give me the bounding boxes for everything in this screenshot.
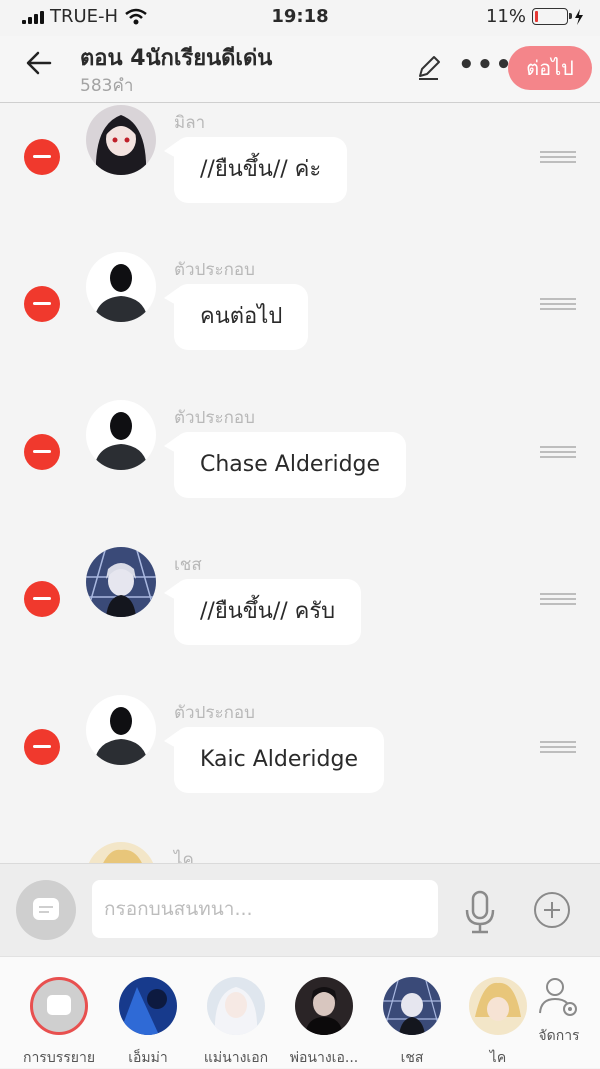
avatar[interactable]: [86, 842, 156, 863]
avatar: [383, 977, 441, 1035]
user-settings-icon: [539, 978, 577, 1016]
avatar: [119, 977, 177, 1035]
add-icon[interactable]: [534, 892, 570, 928]
remove-icon[interactable]: [24, 286, 60, 322]
character-heroine-mother[interactable]: แม่นางเอก: [193, 971, 279, 1069]
avatar[interactable]: [86, 695, 156, 765]
composer-bar: [0, 863, 600, 956]
character-chase[interactable]: เชส: [369, 971, 455, 1069]
battery-status: 11%: [486, 6, 584, 27]
drag-handle-icon[interactable]: [540, 298, 576, 310]
avatar[interactable]: [86, 547, 156, 617]
remove-icon[interactable]: [24, 581, 60, 617]
avatar[interactable]: [86, 105, 156, 175]
character-label: การบรรยาย: [22, 1050, 96, 1066]
remove-icon[interactable]: [24, 729, 60, 765]
speaker-name: ตัวประกอบ: [174, 260, 255, 280]
speaker-name: เชส: [174, 555, 202, 575]
chat-input[interactable]: [92, 880, 438, 938]
speaker-name: ตัวประกอบ: [174, 408, 255, 428]
manage-characters-button[interactable]: จัดการ: [526, 975, 592, 1047]
speaker-name: มิลา: [174, 113, 206, 133]
battery-icon: [532, 8, 572, 25]
character-label: พ่อนางเอ...: [289, 1050, 359, 1066]
message-bubble[interactable]: //ยืนขึ้น// ครับ: [163, 579, 362, 645]
avatar[interactable]: [86, 252, 156, 322]
message-type-button[interactable]: [16, 880, 76, 940]
character-narration[interactable]: การบรรยาย: [16, 971, 102, 1069]
manage-label: จัดการ: [538, 1028, 580, 1044]
drag-handle-icon[interactable]: [540, 593, 576, 605]
character-heroine-father[interactable]: พ่อนางเอ...: [281, 971, 367, 1069]
chat-bubble-icon: [33, 898, 59, 920]
character-label: ไค: [489, 1050, 507, 1066]
character-tray: การบรรยาย เอ็มม่า แม่นางเอก พ่อนางเอ... …: [0, 956, 600, 1068]
status-bar: TRUE-H 19:18 11%: [0, 0, 600, 36]
narration-icon: [30, 977, 88, 1035]
character-label: เชส: [400, 1050, 424, 1066]
drag-handle-icon[interactable]: [540, 741, 576, 753]
drag-handle-icon[interactable]: [540, 446, 576, 458]
avatar: [295, 977, 353, 1035]
more-options-icon[interactable]: •••: [458, 50, 514, 80]
character-label: เอ็มม่า: [128, 1050, 168, 1066]
microphone-icon[interactable]: [462, 890, 498, 934]
remove-icon[interactable]: [24, 139, 60, 175]
battery-percent: 11%: [485, 6, 526, 27]
list-item: ตัวประกอบ คนต่อไป: [0, 250, 600, 390]
pencil-icon[interactable]: [414, 52, 444, 82]
charging-icon: [575, 8, 583, 25]
list-item: ไค: [0, 840, 600, 863]
list-item: ตัวประกอบ Chase Alderidge: [0, 398, 600, 538]
back-arrow-icon[interactable]: [24, 48, 64, 88]
message-bubble[interactable]: //ยืนขึ้น// ค่ะ: [163, 137, 348, 203]
message-bubble[interactable]: Kaic Alderidge: [163, 727, 385, 793]
avatar: [207, 977, 265, 1035]
drag-handle-icon[interactable]: [540, 151, 576, 163]
avatar: [469, 977, 527, 1035]
message-bubble[interactable]: คนต่อไป: [163, 284, 309, 350]
message-list[interactable]: มิลา //ยืนขึ้น// ค่ะ ตัวประกอบ คนต่อไป ต…: [0, 103, 600, 863]
episode-title: ตอน 4นักเรียนดีเด่น: [80, 46, 273, 71]
list-item: มิลา //ยืนขึ้น// ค่ะ: [0, 103, 600, 243]
avatar[interactable]: [86, 400, 156, 470]
editor-header: ตอน 4นักเรียนดีเด่น 583คำ ••• ต่อไป: [0, 36, 600, 103]
list-item: เชส //ยืนขึ้น// ครับ: [0, 545, 600, 685]
character-label: แม่นางเอก: [203, 1050, 269, 1066]
word-count: 583คำ: [80, 76, 134, 96]
speaker-name: ตัวประกอบ: [174, 703, 255, 723]
character-emma[interactable]: เอ็มม่า: [105, 971, 191, 1069]
next-button[interactable]: ต่อไป: [508, 46, 592, 90]
speaker-name: ไค: [174, 850, 194, 863]
list-item: ตัวประกอบ Kaic Alderidge: [0, 693, 600, 833]
remove-icon[interactable]: [24, 434, 60, 470]
message-bubble[interactable]: Chase Alderidge: [163, 432, 407, 498]
